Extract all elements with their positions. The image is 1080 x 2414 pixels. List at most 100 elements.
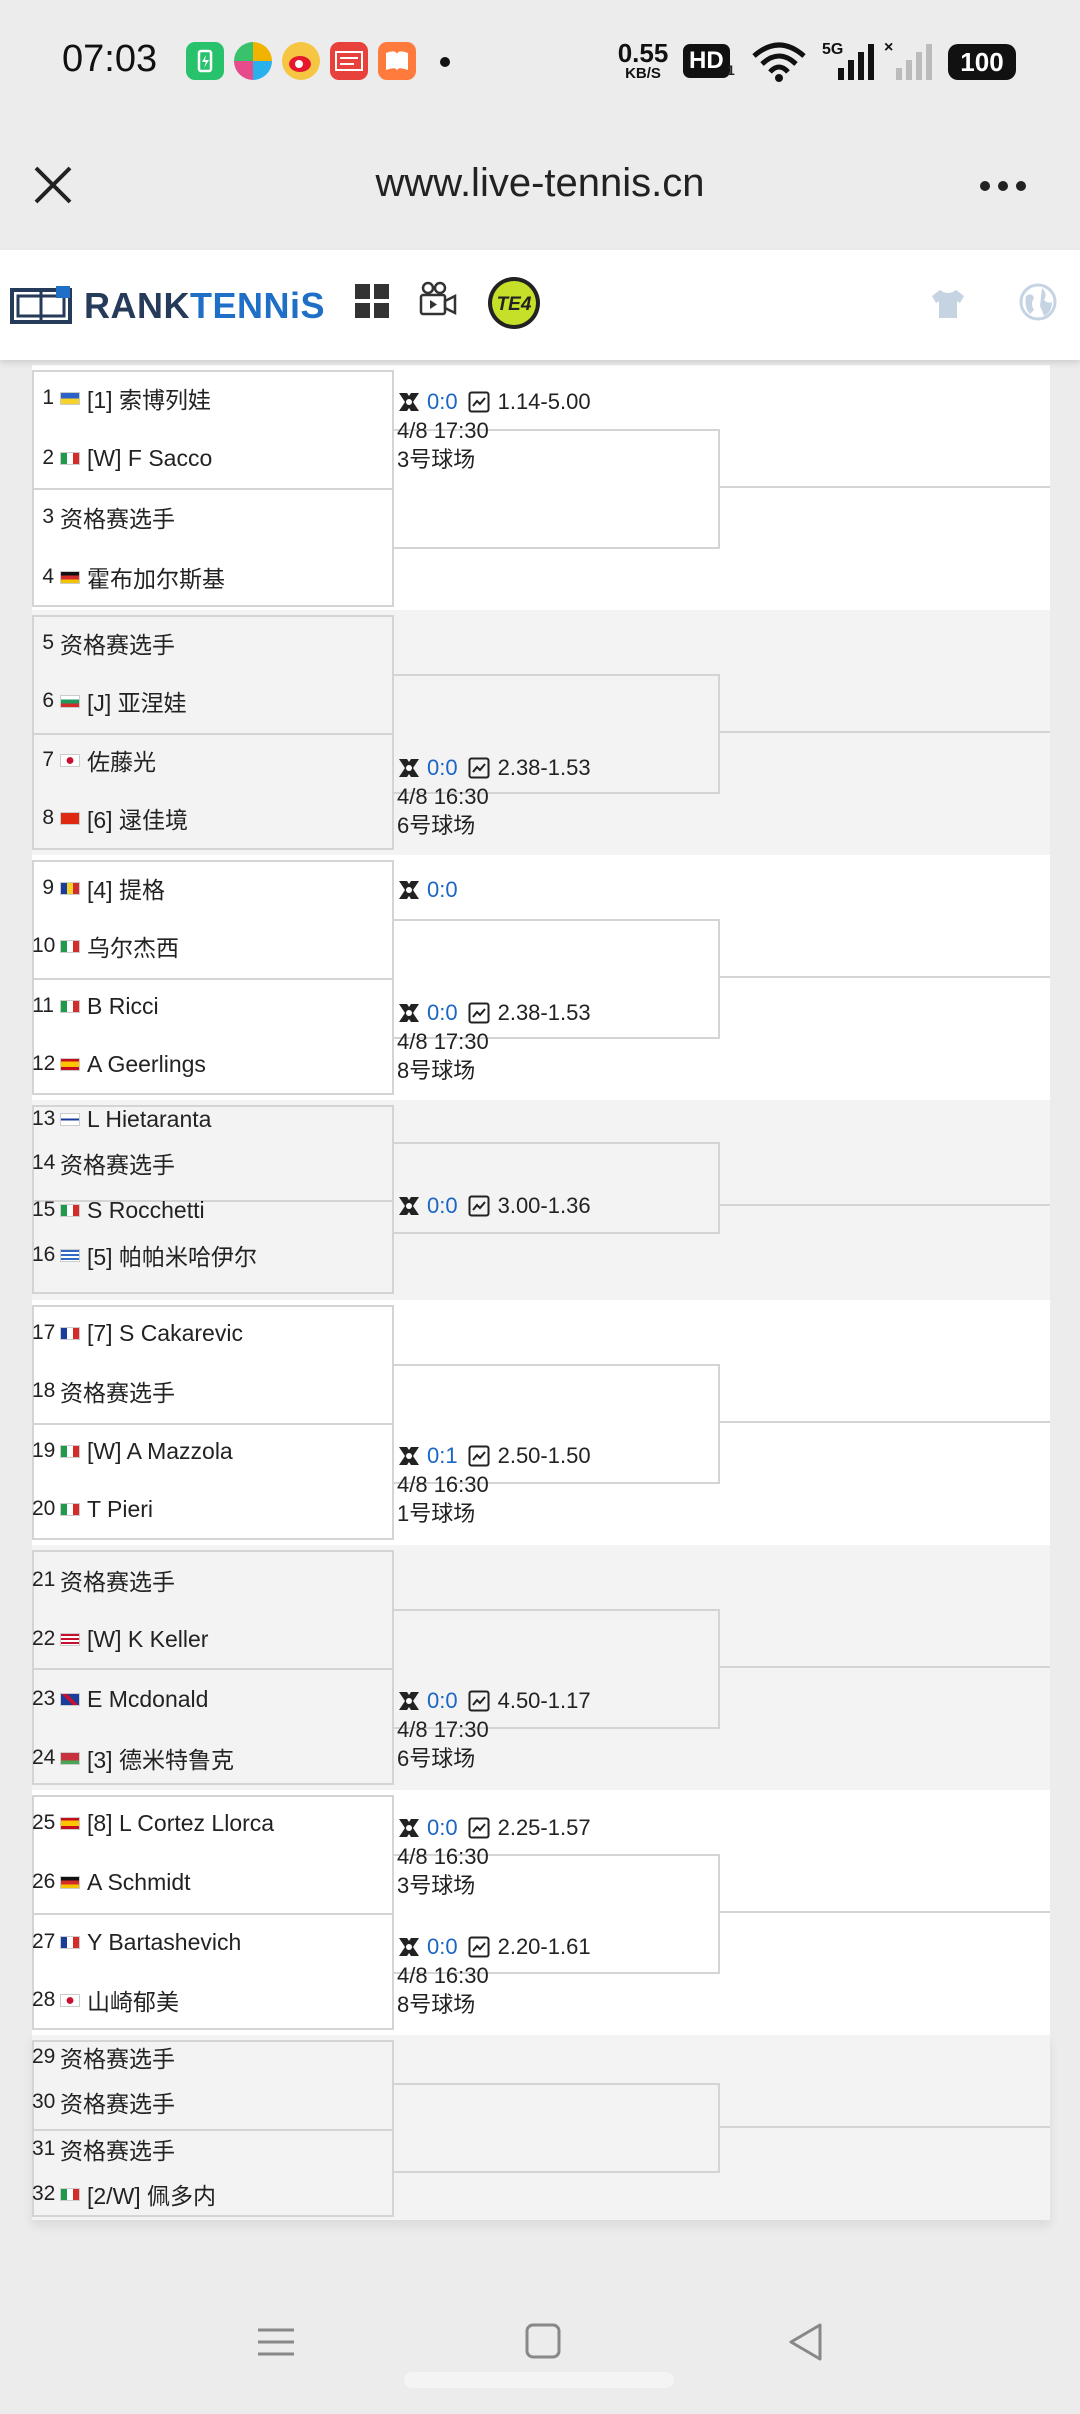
player-row[interactable]: 2 [W] F Sacco — [32, 442, 392, 474]
odds-chart-icon[interactable] — [468, 757, 490, 779]
head-to-head-score[interactable]: 0:0 — [427, 875, 458, 904]
match-info[interactable]: 0:0 2.38-1.53 4/8 16:30 6号球场 — [397, 753, 717, 840]
match-info[interactable]: 0:1 2.50-1.50 4/8 16:30 1号球场 — [397, 1441, 717, 1528]
player-row[interactable]: 13 L Hietaranta — [32, 1103, 392, 1135]
gesture-handle[interactable] — [404, 2372, 674, 2388]
clock: 07:03 — [62, 38, 158, 80]
odds-chart-icon[interactable] — [468, 1817, 490, 1839]
match-info[interactable]: 0:0 3.00-1.36 — [397, 1191, 717, 1220]
player-row[interactable]: 21 资格赛选手 — [32, 1564, 392, 1596]
draw-position: 25 — [32, 1811, 56, 1834]
player-row[interactable]: 32 [2/W] 佩多内 — [32, 2178, 392, 2210]
odds-chart-icon[interactable] — [468, 1690, 490, 1712]
head-to-head-icon[interactable] — [397, 878, 421, 902]
head-to-head-icon[interactable] — [397, 1444, 421, 1468]
head-to-head-score[interactable]: 0:0 — [427, 387, 458, 416]
player-row[interactable]: 24 [3] 德米特鲁克 — [32, 1742, 392, 1774]
player-row[interactable]: 17 [7] S Cakarevic — [32, 1317, 392, 1349]
player-name: T Pieri — [87, 1495, 154, 1522]
odds-chart-icon[interactable] — [468, 391, 490, 413]
player-row[interactable]: 7 佐藤光 — [32, 744, 392, 776]
more-menu-button[interactable] — [975, 171, 1035, 201]
odds-chart-icon[interactable] — [468, 1936, 490, 1958]
odds-chart-icon[interactable] — [468, 1195, 490, 1217]
odds-chart-icon[interactable] — [468, 1445, 490, 1467]
match-info[interactable]: 0:0 4.50-1.17 4/8 17:30 6号球场 — [397, 1686, 717, 1773]
player-row[interactable]: 31 资格赛选手 — [32, 2133, 392, 2165]
grid-icon — [355, 284, 389, 318]
head-to-head-score[interactable]: 0:0 — [427, 1686, 458, 1715]
player-row[interactable]: 16 [5] 帕帕米哈伊尔 — [32, 1239, 392, 1271]
player-row[interactable]: 1 [1] 索博列娃 — [32, 382, 392, 414]
match-score-row: 0:0 2.38-1.53 — [397, 753, 717, 782]
player-row[interactable]: 8 [6] 逯佳境 — [32, 802, 392, 834]
player-row[interactable]: 25 [8] L Cortez Llorca — [32, 1807, 392, 1839]
language-button[interactable] — [1018, 282, 1058, 327]
player-row[interactable]: 22 [W] K Keller — [32, 1623, 392, 1655]
player-row[interactable]: 20 T Pieri — [32, 1493, 392, 1525]
head-to-head-score[interactable]: 0:0 — [427, 753, 458, 782]
player-row[interactable]: 19 [W] A Mazzola — [32, 1435, 392, 1467]
draw-position: 27 — [32, 1930, 56, 1953]
home-button[interactable] — [524, 2322, 562, 2367]
draw-position: 28 — [32, 1988, 56, 2011]
head-to-head-score[interactable]: 0:0 — [427, 1932, 458, 1961]
player-row[interactable]: 11 B Ricci — [32, 990, 392, 1022]
head-to-head-score[interactable]: 0:0 — [427, 998, 458, 1027]
third-round-line — [720, 731, 1050, 733]
site-header: RANKTENNiS TE4 — [0, 250, 1080, 360]
match-info[interactable]: 0:0 2.25-1.57 4/8 16:30 3号球场 — [397, 1813, 717, 1900]
head-to-head-icon[interactable] — [397, 1001, 421, 1025]
te4-button[interactable]: TE4 — [486, 275, 542, 336]
player-row[interactable]: 14 资格赛选手 — [32, 1147, 392, 1179]
player-name: 资格赛选手 — [60, 632, 175, 658]
match-info[interactable]: 0:0 2.20-1.61 4/8 16:30 8号球场 — [397, 1932, 717, 2019]
player-row[interactable]: 18 资格赛选手 — [32, 1375, 392, 1407]
head-to-head-icon[interactable] — [397, 390, 421, 414]
match-info[interactable]: 0:0 1.14-5.00 4/8 17:30 3号球场 — [397, 387, 717, 474]
head-to-head-icon[interactable] — [397, 1816, 421, 1840]
site-logo[interactable]: RANKTENNiS — [10, 284, 325, 328]
player-row[interactable]: 23 E Mcdonald — [32, 1683, 392, 1715]
player-row[interactable]: 27 Y Bartashevich — [32, 1926, 392, 1958]
player-row[interactable]: 6 [J] 亚涅娃 — [32, 685, 392, 717]
head-to-head-score[interactable]: 0:1 — [427, 1441, 458, 1470]
draw-position: 23 — [32, 1687, 56, 1710]
third-round-line — [720, 2126, 1050, 2128]
player-row[interactable]: 15 S Rocchetti — [32, 1194, 392, 1226]
match-info[interactable]: 0:0 — [397, 875, 717, 904]
reader-app-icon — [378, 42, 416, 80]
grid-menu-button[interactable] — [354, 283, 390, 324]
draw-position: 31 — [32, 2137, 56, 2160]
draw-position: 8 — [42, 806, 54, 829]
player-row[interactable]: 12 A Geerlings — [32, 1048, 392, 1080]
draw-position: 3 — [42, 505, 54, 528]
head-to-head-icon[interactable] — [397, 1935, 421, 1959]
head-to-head-icon[interactable] — [397, 756, 421, 780]
player-row[interactable]: 9 [4] 提格 — [32, 872, 392, 904]
head-to-head-score[interactable]: 0:0 — [427, 1191, 458, 1220]
draw-position: 21 — [32, 1568, 56, 1591]
draw-position: 29 — [32, 2045, 56, 2068]
player-name: A Schmidt — [87, 1868, 191, 1895]
head-to-head-icon[interactable] — [397, 1689, 421, 1713]
draw-position: 32 — [32, 2182, 56, 2205]
player-row[interactable]: 29 资格赛选手 — [32, 2041, 392, 2073]
player-row[interactable]: 5 资格赛选手 — [32, 627, 392, 659]
player-row[interactable]: 3 资格赛选手 — [32, 501, 392, 533]
odds-chart-icon[interactable] — [468, 1002, 490, 1024]
player-name: [W] A Mazzola — [87, 1437, 233, 1464]
player-row[interactable]: 30 资格赛选手 — [32, 2086, 392, 2118]
player-row[interactable]: 10 乌尔杰西 — [32, 930, 392, 962]
recent-apps-button[interactable] — [256, 2322, 296, 2367]
head-to-head-icon[interactable] — [397, 1194, 421, 1218]
back-button[interactable] — [786, 2322, 826, 2367]
shirt-button[interactable] — [930, 288, 966, 325]
globe-icon — [1019, 283, 1057, 321]
player-row[interactable]: 28 山崎郁美 — [32, 1984, 392, 2016]
video-button[interactable] — [418, 280, 458, 325]
player-row[interactable]: 4 霍布加尔斯基 — [32, 561, 392, 593]
head-to-head-score[interactable]: 0:0 — [427, 1813, 458, 1842]
match-info[interactable]: 0:0 2.38-1.53 4/8 17:30 8号球场 — [397, 998, 717, 1085]
player-row[interactable]: 26 A Schmidt — [32, 1866, 392, 1898]
